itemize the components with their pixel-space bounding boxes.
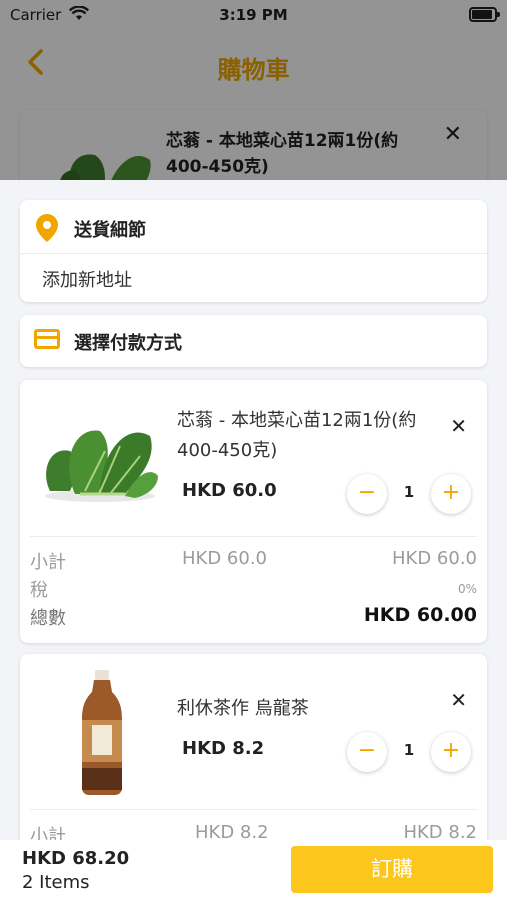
remove-item-icon[interactable]: ✕ bbox=[450, 414, 467, 438]
total-value: HKD 60.00 bbox=[363, 604, 477, 626]
order-button[interactable]: 訂購 bbox=[291, 846, 493, 893]
total-row: 總數 HKD 60.00 bbox=[30, 604, 477, 630]
cart-item: 利休茶作 烏龍茶 ✕ HKD 8.2 − 1 + 小計 HKD 8.2 HKD … bbox=[20, 654, 487, 840]
quantity-value: 1 bbox=[403, 483, 415, 501]
add-address-button[interactable]: 添加新地址 bbox=[42, 266, 132, 292]
subtotal-value: HKD 60.0 bbox=[392, 548, 477, 569]
product-price: HKD 60.0 bbox=[182, 480, 277, 501]
subtotal-unit-price: HKD 8.2 bbox=[195, 822, 269, 840]
delivery-label: 送貨細節 bbox=[74, 220, 146, 241]
decrease-quantity-button[interactable]: − bbox=[347, 732, 387, 772]
subtotal-row: 小計 HKD 8.2 HKD 8.2 bbox=[30, 822, 477, 840]
cart-item: 芯蓊 - 本地菜心苗12兩1份(約400-450克) ✕ HKD 60.0 − … bbox=[20, 380, 487, 643]
decrease-quantity-button[interactable]: − bbox=[347, 474, 387, 514]
tax-row: 稅 0% bbox=[30, 576, 477, 602]
subtotal-row: 小計 HKD 60.0 HKD 60.0 bbox=[30, 548, 477, 574]
payment-method-button[interactable]: 選擇付款方式 bbox=[20, 315, 487, 367]
overlay-dim[interactable] bbox=[0, 0, 507, 180]
cart-sheet: 送貨細節 添加新地址 選擇付款方式 芯蓊 - 本地菜心苗12兩1份(約400-4… bbox=[0, 180, 507, 840]
increase-quantity-button[interactable]: + bbox=[431, 732, 471, 772]
item-count: 2 Items bbox=[22, 872, 90, 893]
location-pin-icon bbox=[36, 214, 58, 246]
checkout-bar: HKD 68.20 2 Items 訂購 bbox=[0, 840, 507, 900]
cart-total: HKD 68.20 bbox=[22, 848, 130, 869]
subtotal-label: 小計 bbox=[30, 552, 66, 573]
delivery-card: 送貨細節 添加新地址 bbox=[20, 200, 487, 302]
product-price: HKD 8.2 bbox=[182, 738, 265, 759]
total-label: 總數 bbox=[30, 608, 66, 629]
divider bbox=[30, 536, 477, 537]
divider bbox=[30, 809, 477, 810]
increase-quantity-button[interactable]: + bbox=[431, 474, 471, 514]
product-name: 芯蓊 - 本地菜心苗12兩1份(約400-450克) bbox=[177, 410, 417, 461]
quantity-stepper: − 1 + bbox=[347, 474, 471, 514]
product-image bbox=[72, 670, 132, 795]
product-name: 利休茶作 烏龍茶 bbox=[177, 698, 309, 719]
quantity-value: 1 bbox=[403, 741, 415, 759]
payment-label: 選擇付款方式 bbox=[74, 333, 182, 354]
subtotal-label: 小計 bbox=[30, 826, 66, 840]
product-image bbox=[40, 416, 160, 506]
quantity-stepper: − 1 + bbox=[347, 732, 471, 772]
subtotal-unit-price: HKD 60.0 bbox=[182, 548, 267, 569]
tax-label: 稅 bbox=[30, 580, 48, 601]
delivery-header: 送貨細節 bbox=[20, 200, 487, 254]
credit-card-icon bbox=[34, 329, 60, 349]
tax-value: 0% bbox=[457, 582, 477, 596]
subtotal-value: HKD 8.2 bbox=[403, 822, 477, 840]
remove-item-icon[interactable]: ✕ bbox=[450, 688, 467, 712]
